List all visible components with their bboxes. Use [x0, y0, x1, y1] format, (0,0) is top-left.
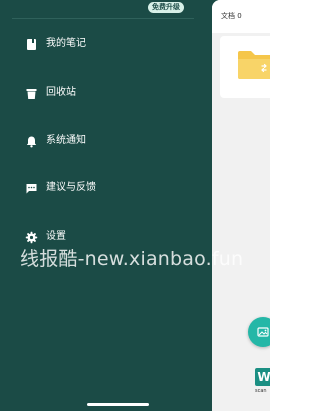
menu-item-my-notes[interactable]: 我的笔记	[0, 29, 212, 59]
ad-text: scan	[255, 388, 267, 394]
trash-icon	[26, 88, 37, 99]
image-icon	[257, 327, 269, 337]
menu-item-label: 我的笔记	[46, 38, 86, 49]
gear-icon	[25, 231, 38, 243]
menu-item-system-notifications[interactable]: 系统通知	[0, 126, 212, 156]
upgrade-badge[interactable]: 免费升级	[148, 2, 184, 13]
menu-item-label: 系统通知	[46, 135, 86, 146]
add-image-button[interactable]	[248, 317, 270, 347]
navigation-drawer: 免费升级 我的笔记 回收站 系统通知 建议与反馈 设置 线报酷-new.xian…	[0, 0, 243, 411]
main-header: 文档 0	[212, 0, 270, 33]
menu-item-label: 建议与反馈	[46, 182, 96, 193]
chat-icon	[26, 183, 37, 193]
folder-icon	[238, 51, 270, 79]
menu-item-recycle-bin[interactable]: 回收站	[0, 78, 212, 108]
ad-logo[interactable]: W	[255, 368, 270, 386]
home-indicator[interactable]	[87, 403, 149, 406]
main-panel: 文档 0 W scan	[212, 0, 270, 411]
menu-item-label: 回收站	[46, 87, 76, 98]
menu-item-label: 设置	[46, 231, 66, 242]
tab-documents[interactable]: 文档 0	[221, 11, 242, 21]
drawer-divider	[12, 18, 194, 19]
app-screen: 文档 0 W scan 免费升级 我的笔记 回收站 系统通知 建议与反馈 设置 …	[0, 0, 270, 411]
menu-item-feedback[interactable]: 建议与反馈	[0, 173, 212, 203]
watermark-text: 线报酷-new.xianbao.fun	[20, 248, 244, 270]
folder-card[interactable]	[220, 36, 270, 98]
bell-icon	[26, 136, 37, 147]
notebook-icon	[27, 38, 36, 50]
